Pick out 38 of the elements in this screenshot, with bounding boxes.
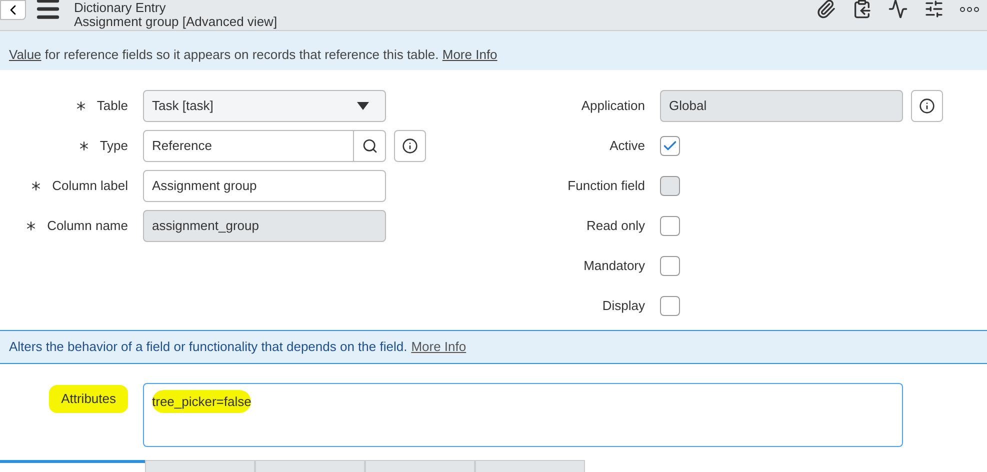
dropdown-icon bbox=[357, 102, 369, 110]
value-link[interactable]: Value bbox=[9, 47, 42, 62]
field-label: Application bbox=[581, 97, 645, 116]
more-options-icon[interactable] bbox=[960, 6, 979, 12]
field-label: Type bbox=[100, 137, 128, 156]
field-label: Column name bbox=[47, 217, 128, 236]
checkbox[interactable] bbox=[660, 216, 680, 236]
field-label: Read only bbox=[586, 217, 645, 236]
checkbox[interactable] bbox=[660, 296, 680, 316]
settings-icon[interactable] bbox=[924, 0, 944, 19]
clipboard-icon[interactable] bbox=[852, 0, 872, 19]
info-text: for reference fields so it appears on records that reference this table. bbox=[44, 47, 439, 62]
more-info-link[interactable]: More Info bbox=[411, 337, 466, 357]
paperclip-icon[interactable] bbox=[816, 0, 836, 19]
checkbox[interactable] bbox=[660, 256, 680, 276]
readonly-field: assignment_group bbox=[143, 210, 386, 242]
activity-icon[interactable] bbox=[888, 0, 908, 19]
attributes-value: tree_picker=false bbox=[152, 390, 252, 413]
table-select[interactable]: Task [task] bbox=[143, 90, 386, 122]
banner-text: Alters the behavior of a field or functionality that depends on the field. bbox=[9, 338, 408, 356]
field-label: Display bbox=[602, 297, 645, 316]
field-label: Column label bbox=[52, 177, 128, 196]
more-info-link[interactable]: More Info bbox=[442, 47, 498, 62]
field-label: Table bbox=[96, 97, 128, 116]
record-subtitle: Assignment group [Advanced view] bbox=[74, 15, 278, 29]
text-field[interactable]: Assignment group bbox=[143, 170, 386, 202]
field-label: Mandatory bbox=[584, 257, 645, 276]
field-label: Function field bbox=[568, 177, 645, 196]
form-title: Dictionary Entry bbox=[74, 1, 167, 15]
info-icon[interactable] bbox=[911, 90, 943, 122]
attributes-textarea[interactable]: tree_picker=false bbox=[143, 383, 903, 447]
info-icon[interactable] bbox=[394, 130, 426, 162]
readonly-field: Global bbox=[660, 90, 903, 122]
field-label: Attributes bbox=[49, 385, 128, 412]
checkbox[interactable] bbox=[660, 136, 680, 156]
reference-field[interactable]: Reference bbox=[143, 130, 386, 162]
back-button[interactable] bbox=[0, 0, 26, 20]
field-label: Active bbox=[610, 137, 645, 156]
